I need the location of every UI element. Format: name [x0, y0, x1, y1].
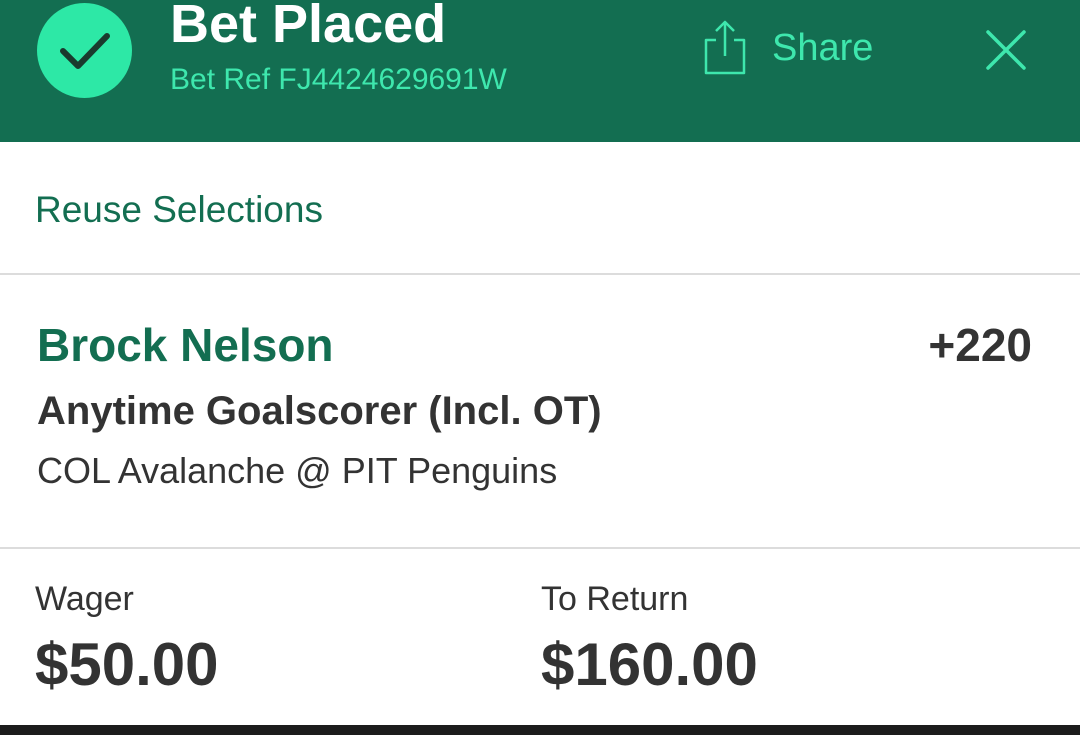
selection-odds: +220 — [928, 319, 1032, 371]
bet-reference: Bet Ref FJ4424629691W — [170, 63, 507, 96]
bottom-edge-bar — [0, 725, 1080, 735]
wager-value: $50.00 — [35, 631, 219, 698]
share-button[interactable]: Share — [700, 18, 890, 78]
share-label: Share — [772, 27, 874, 69]
selection-player: Brock Nelson — [37, 319, 334, 371]
bet-summary: Wager $50.00 To Return $160.00 — [0, 551, 1080, 725]
checkmark-icon — [37, 3, 132, 98]
close-button[interactable] — [978, 22, 1034, 78]
selection-event: COL Avalanche @ PIT Penguins — [37, 450, 558, 491]
reuse-selections-row: Reuse Selections — [0, 142, 1080, 275]
close-icon — [986, 30, 1026, 70]
selection-market: Anytime Goalscorer (Incl. OT) — [37, 389, 602, 433]
bet-placed-header: Bet Placed Bet Ref FJ4424629691W Share — [0, 0, 1080, 142]
reuse-selections-link[interactable]: Reuse Selections — [35, 188, 323, 232]
wager-label: Wager — [35, 580, 134, 618]
to-return-value: $160.00 — [541, 631, 758, 698]
to-return-label: To Return — [541, 580, 689, 618]
share-icon — [704, 20, 746, 75]
page-title: Bet Placed — [170, 0, 447, 54]
bet-selection-card: Brock Nelson +220 Anytime Goalscorer (In… — [0, 277, 1080, 549]
